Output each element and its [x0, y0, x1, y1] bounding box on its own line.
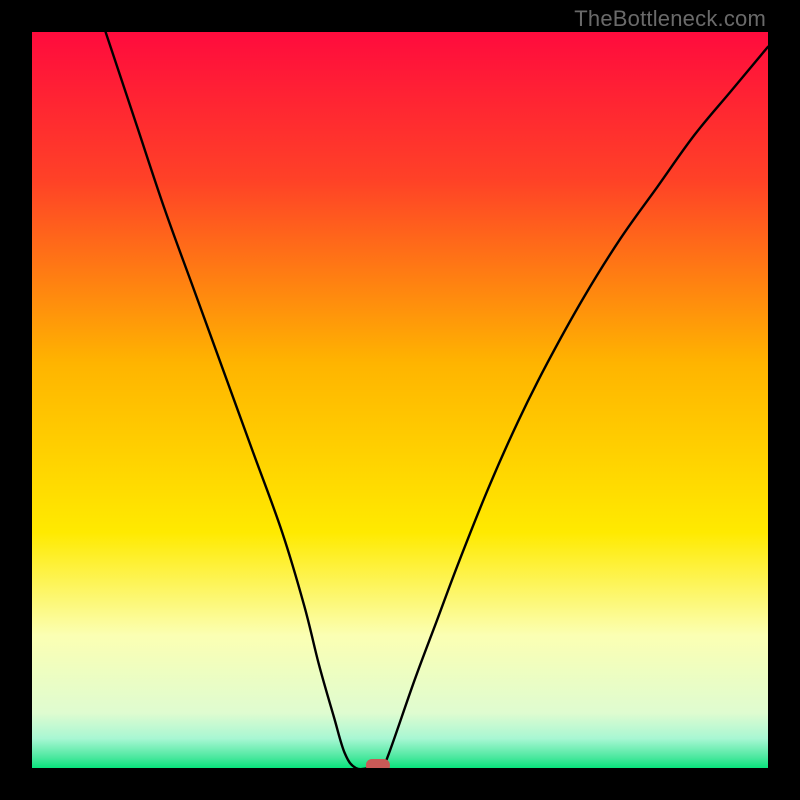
chart-svg [32, 32, 768, 768]
chart-frame: TheBottleneck.com [0, 0, 800, 800]
watermark-text: TheBottleneck.com [574, 6, 766, 32]
plot-area [32, 32, 768, 768]
minimum-marker [366, 759, 390, 768]
bottleneck-curve [106, 32, 768, 768]
